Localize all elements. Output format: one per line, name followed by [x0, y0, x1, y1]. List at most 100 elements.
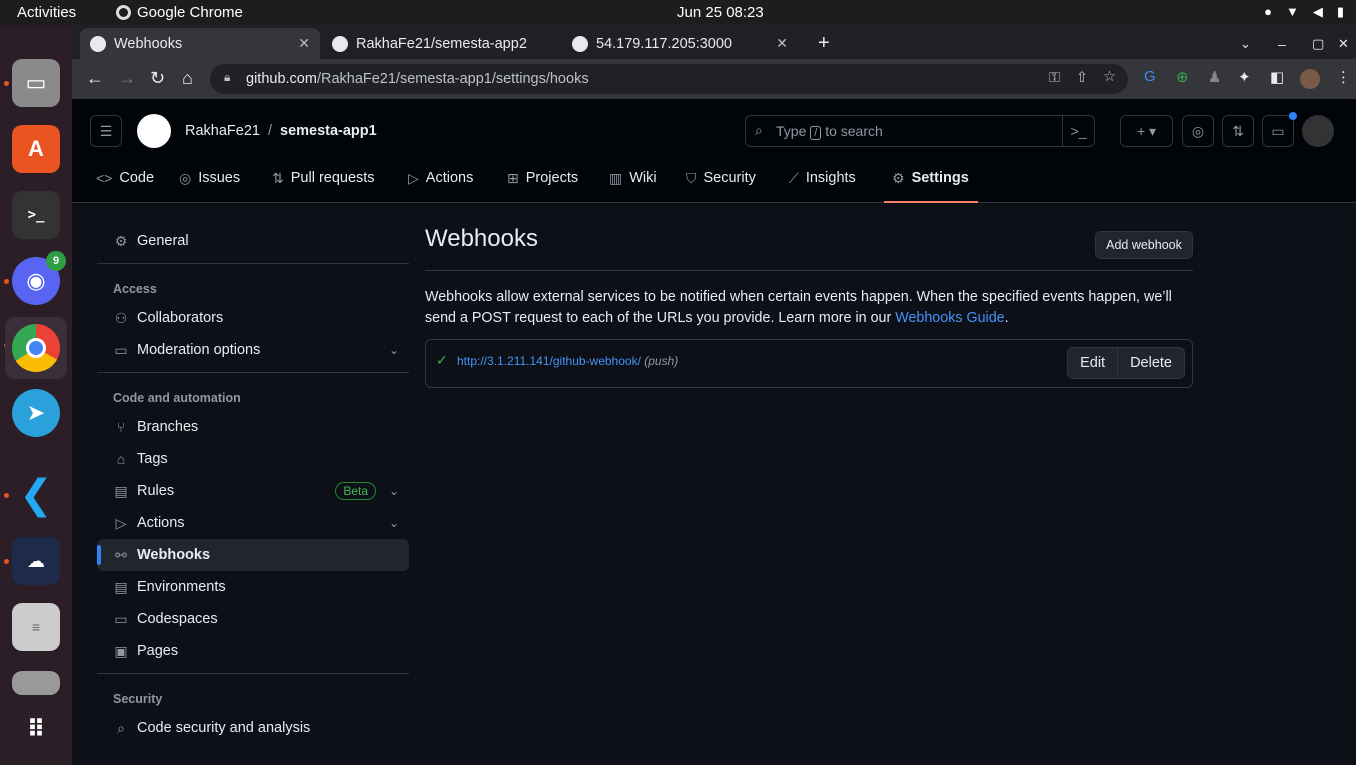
sidebar-item-codespaces[interactable]: ▭ Codespaces — [97, 603, 409, 635]
gear-icon: ⚙ — [892, 170, 905, 186]
create-new-button[interactable]: + ▾ — [1120, 115, 1173, 147]
telegram-icon[interactable]: ➤ — [12, 389, 60, 437]
search-suffix: to search — [825, 123, 883, 139]
running-indicator — [4, 493, 9, 498]
sidebar-item-label: Moderation options — [137, 342, 261, 358]
divider — [97, 673, 409, 674]
minimize-icon[interactable]: – — [1268, 28, 1296, 59]
tab-actions[interactable]: ▷ Actions — [408, 163, 473, 203]
hamburger-menu-icon[interactable]: ☰ — [90, 115, 122, 147]
tab-pull-requests[interactable]: ⇅ Pull requests — [272, 163, 375, 203]
inbox-icon[interactable]: ▭ — [1262, 112, 1297, 147]
profile-avatar[interactable] — [1300, 69, 1320, 89]
table-icon: ⊞ — [507, 170, 519, 186]
tab-projects[interactable]: ⊞ Projects — [507, 163, 578, 203]
webhook-url-link[interactable]: http://3.1.211.141/github-webhook/ (push… — [457, 354, 678, 368]
system-tray[interactable]: ● ▼ ◀ ▮ — [1264, 4, 1344, 20]
sidebar-item-general[interactable]: ⚙ General — [97, 225, 409, 257]
translate-icon[interactable]: G — [1144, 68, 1156, 85]
running-indicator — [4, 559, 9, 564]
home-icon[interactable]: ⌂ — [182, 68, 193, 89]
puzzle-icon[interactable]: ✦ — [1238, 68, 1251, 86]
discord-tray-icon[interactable]: ● — [1264, 4, 1272, 20]
app-center-icon[interactable]: A — [12, 125, 60, 173]
show-apps-icon[interactable]: ⠿ — [12, 705, 60, 753]
github-header: ☰ RakhaFe21 / semesta-app1 ⌕ Type / to sear… — [72, 99, 1356, 203]
search-input[interactable]: ⌕ Type / to search >_ — [745, 115, 1095, 147]
owner-link[interactable]: RakhaFe21 — [185, 123, 260, 139]
rules-icon: ▤ — [114, 482, 128, 499]
bookmark-star-icon[interactable]: ☆ — [1103, 69, 1116, 85]
tab-wiki[interactable]: ▥ Wiki — [609, 163, 657, 203]
github-logo[interactable] — [137, 114, 171, 148]
comment-icon: ▭ — [114, 341, 128, 358]
edit-button[interactable]: Edit — [1068, 348, 1118, 378]
files-icon[interactable]: ▭ — [12, 59, 60, 107]
tab-label: Projects — [525, 170, 579, 186]
sidebar-item-webhooks[interactable]: ⚯ Webhooks — [97, 539, 409, 571]
settings-sidebar: ⚙ General Access ⚇ Collaborators ▭ Moderati… — [97, 225, 409, 744]
chrome-dock-icon[interactable] — [5, 317, 67, 379]
disk-icon[interactable] — [12, 671, 60, 695]
share-icon[interactable]: ⇧ — [1076, 70, 1088, 86]
github-favicon — [90, 35, 106, 52]
tab-label: Insights — [805, 170, 856, 186]
close-window-icon[interactable]: ✕ — [1328, 28, 1356, 59]
sidebar-heading-code: Code and automation — [113, 391, 241, 405]
description-end: . — [1004, 310, 1009, 326]
tab-settings[interactable]: ⚙ Settings — [884, 163, 978, 203]
tab-code[interactable]: <> Code — [96, 163, 154, 203]
side-panel-icon[interactable]: ◧ — [1270, 68, 1284, 86]
user-avatar[interactable] — [1302, 115, 1334, 147]
sidebar-item-branches[interactable]: ⑂ Branches — [97, 411, 409, 443]
repo-link[interactable]: semesta-app1 — [280, 123, 377, 139]
reload-icon[interactable]: ↻ — [150, 68, 165, 89]
new-tab-button[interactable]: + — [808, 28, 840, 59]
pull-requests-icon[interactable]: ⇅ — [1222, 115, 1254, 147]
sidebar-item-pages[interactable]: ▣ Pages — [97, 635, 409, 667]
divider — [97, 263, 409, 264]
command-palette-icon[interactable]: >_ — [1062, 116, 1094, 146]
discord-icon[interactable]: ◉ 9 — [12, 251, 66, 305]
sidebar-item-code-security[interactable]: ⌕ Code security and analysis — [97, 712, 409, 744]
close-tab-icon[interactable]: ✕ — [298, 35, 310, 52]
tag-icon: ⌂ — [116, 451, 126, 467]
tab-semesta-app2[interactable]: RakhaFe21/semesta-app2 — [322, 28, 558, 59]
clock[interactable]: Jun 25 08:23 — [677, 4, 764, 21]
sidebar-item-environments[interactable]: ▤ Environments — [97, 571, 409, 603]
tab-insights[interactable]: ⟋ Insights — [789, 163, 856, 203]
vscode-icon[interactable]: ❮ — [12, 471, 60, 519]
extension-plus-icon[interactable]: ⊕ — [1176, 68, 1189, 86]
activities-button[interactable]: Activities — [17, 4, 76, 21]
tab-search-icon[interactable]: ⌄ — [1230, 28, 1261, 59]
extension-icon[interactable]: ♟ — [1208, 68, 1221, 86]
tab-ip-address[interactable]: 54.179.117.205:3000 ✕ — [562, 28, 798, 59]
sidebar-item-label: Rules — [137, 483, 175, 499]
tab-webhooks[interactable]: Webhooks ✕ — [80, 28, 320, 59]
key-icon[interactable]: ⚿ — [1049, 70, 1060, 86]
app-menu[interactable]: Google Chrome — [116, 4, 243, 21]
tab-issues[interactable]: ◎ Issues — [179, 163, 240, 203]
delete-button[interactable]: Delete — [1117, 348, 1184, 378]
cloud-terminal-icon[interactable]: ☁ — [12, 537, 60, 585]
terminal-icon[interactable]: >_ — [12, 191, 60, 239]
sidebar-item-moderation[interactable]: ▭ Moderation options ⌄ — [97, 334, 409, 366]
address-bar[interactable]: 🔒︎ github.com/RakhaFe21/semesta-app1/sett… — [210, 64, 1128, 94]
add-webhook-button[interactable]: Add webhook — [1095, 231, 1193, 259]
sidebar-item-label: Actions — [137, 515, 185, 531]
forward-icon[interactable]: → — [118, 68, 136, 89]
sidebar-item-actions[interactable]: ▷ Actions ⌄ — [97, 507, 409, 539]
sidebar-item-rules[interactable]: ▤ Rules Beta ⌄ — [97, 475, 409, 507]
menu-icon[interactable]: ⋮ — [1336, 68, 1351, 86]
people-icon: ⚇ — [114, 309, 128, 326]
issues-icon[interactable]: ◎ — [1182, 115, 1214, 147]
tab-security[interactable]: ⛉ Security — [686, 163, 756, 203]
chevron-down-icon: ⌄ — [388, 484, 399, 498]
sidebar-item-tags[interactable]: ⌂ Tags — [97, 443, 409, 475]
back-icon[interactable]: ← — [86, 68, 104, 89]
close-tab-icon[interactable]: ✕ — [776, 35, 788, 52]
branch-icon: ⑂ — [116, 419, 126, 435]
text-editor-icon[interactable]: ≡ — [12, 603, 60, 651]
sidebar-item-collaborators[interactable]: ⚇ Collaborators — [97, 302, 409, 334]
webhooks-guide-link[interactable]: Webhooks Guide — [895, 310, 1004, 326]
